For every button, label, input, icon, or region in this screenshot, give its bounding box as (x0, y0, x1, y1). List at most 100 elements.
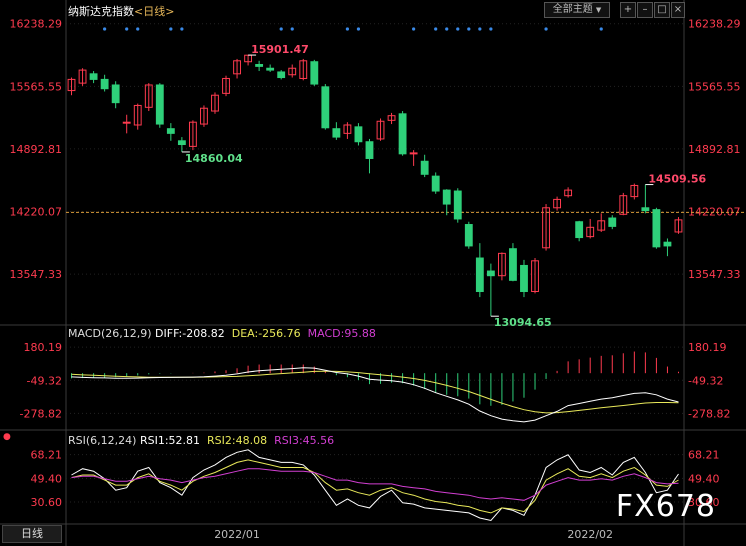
date-tick: 2022/02 (567, 528, 613, 541)
annotation-label: 13094.65 (494, 316, 552, 329)
macd-diff-value: DIFF:-208.82 (155, 327, 225, 340)
event-marker-icon (180, 27, 184, 31)
candle-body (398, 113, 407, 155)
price-tick-left: 13547.33 (10, 268, 63, 281)
event-marker-icon (136, 27, 140, 31)
candle-body (442, 189, 451, 205)
candle-body (310, 61, 319, 85)
rsi-tick-left: 49.40 (31, 472, 63, 485)
rsi-tick-right: 68.21 (688, 449, 720, 462)
rsi-params: RSI(6,12,24) (68, 434, 137, 447)
rsi1-value: RSI1:52.81 (139, 434, 201, 447)
candle-body (641, 207, 650, 212)
rsi-tick-left: 30.60 (31, 496, 63, 509)
add-button[interactable]: + (620, 2, 636, 18)
price-tick-right: 15565.55 (688, 80, 741, 93)
chart-canvas: 16238.29 16238.29 15565.55 15565.55 14892.81… (0, 0, 746, 546)
price-tick-right: 16238.29 (688, 18, 741, 31)
add-icon: + (623, 4, 633, 15)
rsi1-line (71, 449, 679, 522)
event-marker-icon (489, 27, 493, 31)
candle-body (420, 160, 429, 175)
macd-macd-value: MACD:95.88 (307, 327, 376, 340)
rsi3-line (71, 468, 679, 501)
rsi-tick-left: 68.21 (31, 449, 63, 462)
minimize-icon: – (642, 4, 648, 15)
price-tick-right: 14892.81 (688, 143, 741, 156)
event-marker-icon (356, 27, 361, 31)
restore-icon: □ (657, 4, 667, 15)
watermark: FX678 (615, 489, 716, 524)
event-marker-icon (544, 27, 548, 31)
macd-tick-right: 180.19 (688, 341, 727, 354)
event-marker-icon (478, 27, 482, 31)
rsi3-value: RSI3:45.56 (274, 434, 335, 447)
candle-body (652, 209, 661, 248)
candle-body (464, 224, 473, 247)
event-marker-icon (279, 27, 283, 31)
event-marker-icon (103, 27, 107, 31)
candle-body (575, 221, 584, 239)
candle-body (509, 248, 517, 281)
candle-body (354, 126, 363, 143)
candle-body (332, 128, 341, 138)
annotation-label: 14509.56 (648, 173, 706, 186)
event-marker-icon (412, 27, 416, 31)
candle-body (100, 78, 109, 90)
index-title: 纳斯达克指数 (68, 5, 134, 18)
minimize-button[interactable]: – (637, 2, 653, 18)
close-button[interactable]: × (671, 2, 685, 18)
chevron-down-icon: ▼ (595, 6, 602, 14)
rsi2-line (71, 459, 679, 514)
theme-dropdown[interactable]: 全部主题 ▼ (544, 2, 610, 18)
candle-body (486, 270, 495, 277)
price-tick-left: 16238.29 (10, 18, 63, 31)
date-tick: 2022/01 (214, 528, 260, 541)
candle-body (266, 67, 275, 71)
event-marker-icon (290, 27, 294, 31)
tab-daily[interactable]: 日线 (2, 525, 62, 543)
candle-body (608, 217, 617, 227)
event-marker-icon (599, 27, 603, 31)
rsi-tick-right: 49.40 (688, 472, 720, 485)
candle-body (475, 257, 484, 293)
event-marker-icon (467, 27, 471, 31)
restore-button[interactable]: □ (654, 2, 670, 18)
annotation-label: 15901.47 (251, 43, 309, 56)
candle-body (409, 152, 418, 155)
settings-dot-icon[interactable]: ● (3, 432, 11, 442)
price-tick-right: 13547.33 (688, 268, 741, 281)
candle-body (89, 73, 98, 80)
candle-body (177, 140, 186, 146)
macd-tick-right: -49.32 (688, 374, 723, 387)
candle-body (277, 71, 286, 79)
event-marker-icon (169, 27, 173, 31)
candle-body (321, 86, 330, 129)
macd-tick-left: 180.19 (24, 341, 63, 354)
close-icon: × (673, 4, 683, 15)
event-marker-icon (434, 27, 438, 31)
candle-body (453, 190, 462, 220)
price-tick-left: 14892.81 (10, 143, 63, 156)
rsi2-value: RSI2:48.08 (207, 434, 268, 447)
event-marker-icon (445, 27, 449, 31)
candle-body (155, 84, 164, 125)
event-marker-icon (456, 27, 460, 31)
candle-body (166, 128, 175, 134)
candle-body (122, 121, 131, 124)
price-tick-left: 14220.07 (10, 205, 63, 218)
event-marker-icon (125, 27, 129, 31)
macd-tick-right: -278.82 (688, 407, 730, 420)
theme-dropdown-label: 全部主题 (552, 4, 593, 15)
candle-body (520, 264, 528, 293)
candle-body (255, 64, 264, 67)
macd-dea-value: DEA:-256.76 (231, 327, 301, 340)
event-marker-icon (345, 27, 350, 31)
price-tick-left: 15565.55 (10, 80, 63, 93)
macd-tick-left: -278.82 (20, 407, 62, 420)
macd-tick-left: -49.32 (27, 374, 62, 387)
candle-body (111, 84, 120, 104)
annotation-label: 14860.04 (185, 152, 243, 165)
candle-body (663, 241, 672, 247)
candle-body (365, 141, 374, 159)
